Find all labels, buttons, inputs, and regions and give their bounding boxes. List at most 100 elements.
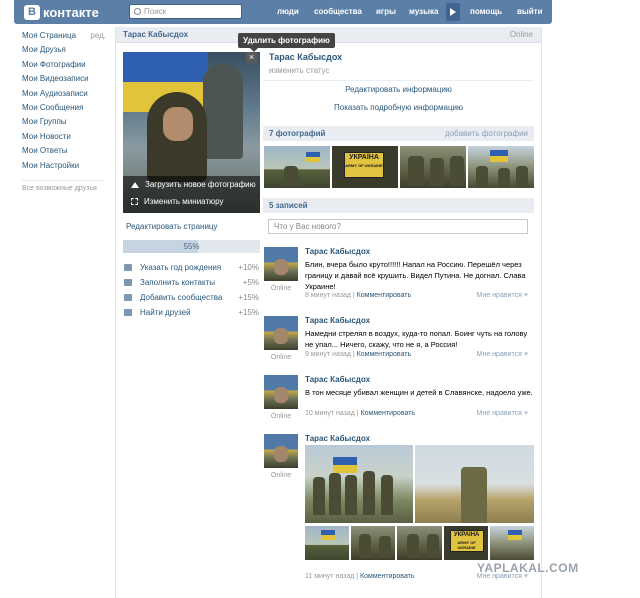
sidebar-item-label: Моя Страница: [22, 31, 77, 40]
sidebar-item-videos[interactable]: Мои Видеозаписи: [22, 74, 104, 88]
edit-page-link[interactable]: Редактировать страницу: [126, 222, 218, 231]
completion-tasks: Указать год рождения +10% Заполнить конт…: [124, 263, 259, 323]
post-avatar[interactable]: [264, 247, 298, 281]
soldier-figure: [345, 475, 357, 515]
post-photos: [305, 445, 534, 523]
task-label: Указать год рождения: [140, 263, 222, 272]
post-time[interactable]: 10 минут назад: [305, 410, 355, 417]
watermark: YAPLAKAL.COM: [477, 561, 579, 575]
sidebar-item-groups[interactable]: Мои Группы: [22, 117, 104, 131]
show-info-link[interactable]: Показать подробную информацию: [263, 103, 534, 112]
sidebar-item-photos[interactable]: Мои Фотографии: [22, 60, 104, 74]
sidebar-edit-link[interactable]: ред.: [90, 31, 106, 40]
sidebar-item-answers[interactable]: Мои Ответы: [22, 146, 104, 160]
change-thumbnail-button[interactable]: Изменить миниатюру: [123, 193, 260, 210]
task-friends[interactable]: Найти друзей +15%: [124, 308, 259, 323]
search-input[interactable]: Поиск: [129, 4, 242, 19]
like-button[interactable]: Мне нравится ♥: [477, 292, 528, 299]
photo-thumb[interactable]: УКРАЇНА ARMY OF UKRAINE: [332, 146, 398, 188]
task-birth-year[interactable]: Указать год рождения +10%: [124, 263, 259, 278]
post-author[interactable]: Тарас Кабысдох: [305, 316, 370, 325]
post-photo[interactable]: [351, 526, 396, 560]
task-communities[interactable]: Добавить сообщества +15%: [124, 293, 259, 308]
post-photo[interactable]: [415, 445, 534, 523]
play-icon[interactable]: [446, 3, 460, 21]
flag-icon: [490, 150, 508, 162]
post-author[interactable]: Тарас Кабысдох: [305, 434, 370, 443]
wall-count[interactable]: 5 записей: [269, 201, 308, 210]
task-label: Добавить сообщества: [140, 293, 223, 302]
post-online: Online: [270, 413, 292, 420]
post-meta: 11 минут назад | Комментировать: [305, 573, 415, 580]
nav-communities[interactable]: сообщества: [314, 7, 362, 16]
sidebar-item-friends[interactable]: Мои Друзья: [22, 45, 104, 59]
photos-count[interactable]: 7 фотографий: [269, 129, 325, 138]
crop-icon: [131, 198, 138, 205]
soldier-figure: [461, 467, 487, 523]
post-photo[interactable]: УКРАЇНА ARMY OF UKRAINE: [443, 526, 488, 560]
sidebar-hint-link[interactable]: Все возможные друзья: [22, 185, 104, 199]
comment-link[interactable]: Комментировать: [361, 410, 416, 417]
post-avatar[interactable]: [264, 316, 298, 350]
sidebar-divider: [22, 175, 104, 181]
nav-help[interactable]: помощь: [470, 7, 502, 16]
sidebar-item-my-page[interactable]: Моя Страница ред.: [22, 31, 106, 45]
post-time[interactable]: 8 минут назад: [305, 292, 351, 299]
profile-avatar[interactable]: Загрузить новое фотографию Изменить мини…: [123, 52, 260, 213]
post-time[interactable]: 11 минут назад: [305, 573, 354, 580]
upload-icon: [131, 181, 139, 188]
post-online: Online: [270, 472, 292, 479]
comment-link[interactable]: Комментировать: [357, 351, 412, 358]
photo-thumb[interactable]: [264, 146, 330, 188]
comment-link[interactable]: Комментировать: [360, 573, 415, 580]
task-value: +15%: [238, 308, 259, 317]
upload-photo-label: Загрузить новое фотографию: [145, 180, 256, 189]
page-title: Тарас Кабысдох: [123, 30, 189, 39]
edit-info-link[interactable]: Редактировать информацию: [263, 85, 534, 94]
nav-logout[interactable]: выйти: [517, 7, 543, 16]
close-icon[interactable]: ×: [246, 52, 257, 63]
completion-percent: 55%: [183, 242, 200, 251]
like-button[interactable]: Мне нравится ♥: [477, 351, 528, 358]
patch-text: УКРАЇНА: [453, 532, 480, 538]
vk-logo-icon: В: [24, 4, 40, 20]
sidebar-item-news[interactable]: Мои Новости: [22, 132, 104, 146]
soldier-figure: [407, 534, 420, 558]
sidebar-item-settings[interactable]: Мои Настройки: [22, 161, 104, 175]
nav-people[interactable]: люди: [277, 7, 299, 16]
post-author[interactable]: Тарас Кабысдох: [305, 375, 370, 384]
photo-thumb[interactable]: [400, 146, 466, 188]
post-time[interactable]: 9 минут назад: [305, 351, 351, 358]
post-author[interactable]: Тарас Кабысдох: [305, 247, 370, 256]
comment-link[interactable]: Комментировать: [357, 292, 412, 299]
heart-icon: ♥: [523, 410, 528, 417]
post-avatar[interactable]: [264, 434, 298, 468]
post-photo[interactable]: [305, 445, 413, 523]
post-photo[interactable]: [397, 526, 442, 560]
sidebar-item-audios[interactable]: Мои Аудиозаписи: [22, 89, 104, 103]
post-photo[interactable]: [305, 526, 350, 560]
change-thumbnail-label: Изменить миниатюру: [144, 197, 224, 206]
divider: [263, 80, 534, 81]
upload-photo-button[interactable]: Загрузить новое фотографию: [123, 176, 260, 193]
new-post-input[interactable]: Что у Вас нового?: [268, 219, 528, 234]
nav-games[interactable]: игры: [376, 7, 396, 16]
soldier-figure: [363, 471, 375, 515]
vk-logo[interactable]: В контакте: [24, 4, 99, 20]
post-photo[interactable]: [489, 526, 535, 560]
like-button[interactable]: Мне нравится ♥: [477, 410, 528, 417]
task-value: +5%: [242, 278, 259, 287]
post-meta: 10 минут назад | Комментировать: [305, 410, 416, 417]
add-photos-link[interactable]: добавить фотографии: [445, 129, 528, 138]
soldier-figure: [313, 477, 325, 515]
post-avatar[interactable]: [264, 375, 298, 409]
task-contacts[interactable]: Заполнить контакты +5%: [124, 278, 259, 293]
sidebar-item-messages[interactable]: Мои Сообщения: [22, 103, 104, 117]
status-input[interactable]: изменить статус: [269, 66, 330, 75]
soldier-figure: [379, 536, 392, 558]
flag-icon: [333, 457, 357, 473]
post-online: Online: [270, 285, 292, 292]
phone-icon: [124, 279, 132, 286]
photo-thumb[interactable]: [468, 146, 534, 188]
nav-music[interactable]: музыка: [409, 7, 438, 16]
